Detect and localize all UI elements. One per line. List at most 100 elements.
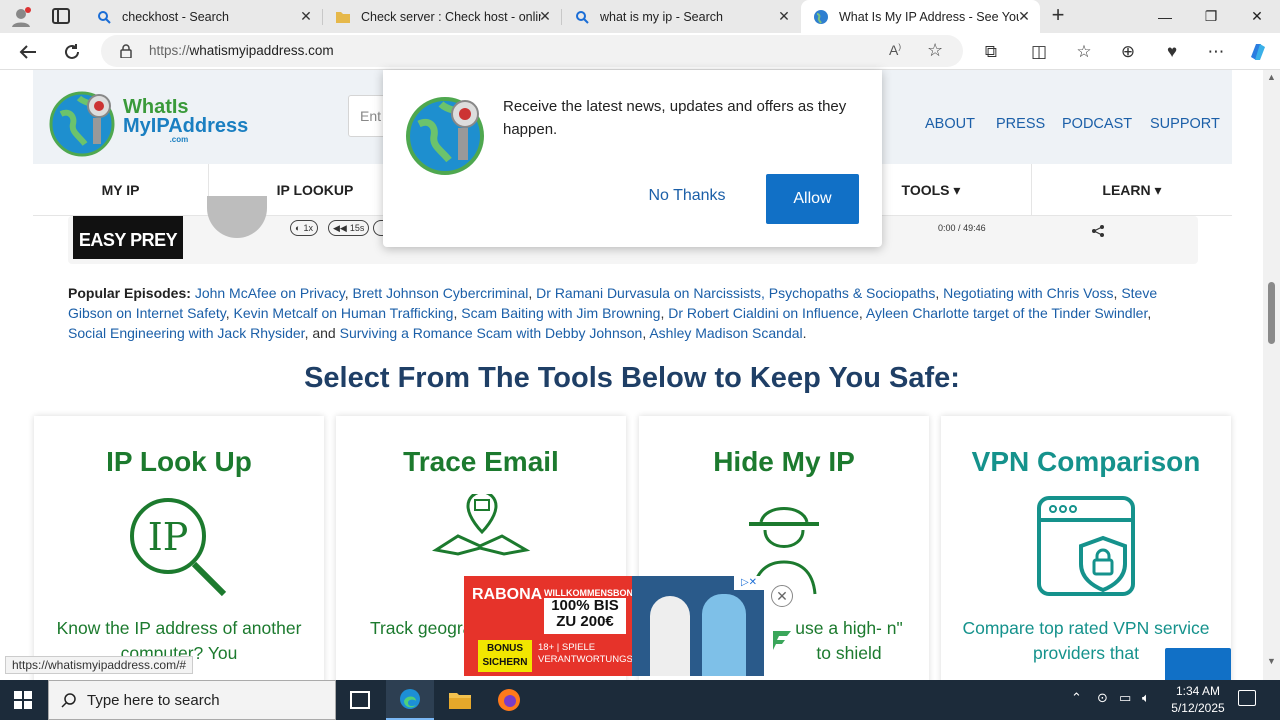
nav-support[interactable]: SUPPORT bbox=[1150, 116, 1220, 132]
close-icon[interactable]: ✕ bbox=[1016, 8, 1032, 24]
advertisement-banner[interactable]: RABONA WILLKOMMENSBONUS 100% BIS ZU 200€… bbox=[464, 576, 764, 676]
ad-close-icon[interactable]: ✕ bbox=[771, 585, 793, 607]
ad-choices-icon[interactable]: ▷✕ bbox=[734, 576, 764, 590]
ad-photo bbox=[632, 576, 764, 676]
play-disc[interactable] bbox=[207, 196, 267, 238]
browser-essentials-icon[interactable]: ♥ bbox=[1158, 38, 1186, 66]
card-text: use a high- n" to shield bbox=[795, 618, 903, 663]
rewind-icon: ◀◀ bbox=[333, 222, 347, 233]
speed-button[interactable]: ◐ 1x bbox=[290, 220, 318, 236]
menu-learn[interactable]: LEARN ▾ bbox=[1032, 164, 1232, 216]
ad-feedback-icon[interactable] bbox=[770, 628, 794, 652]
ad-legal2: VERANTWORTUNGS... bbox=[538, 654, 641, 665]
taskbar-search-input[interactable]: Type here to search bbox=[48, 680, 336, 720]
episode-link[interactable]: Ayleen Charlotte target of the Tinder Sw… bbox=[866, 305, 1147, 321]
taskbar-clock[interactable]: 1:34 AM 5/12/2025 bbox=[1160, 683, 1236, 717]
episode-link[interactable]: Kevin Metcalf on Human Trafficking bbox=[234, 305, 454, 321]
podcast-cover-art: EASY PREY bbox=[73, 216, 183, 259]
tool-card-vpn-comparison[interactable]: VPN Comparison Compare top rated VPN ser… bbox=[941, 416, 1231, 682]
edge-taskbar-icon[interactable] bbox=[386, 680, 434, 720]
episode-link[interactable]: Ashley Madison Scandal bbox=[649, 325, 802, 341]
nav-podcast[interactable]: PODCAST bbox=[1062, 116, 1132, 132]
episode-link[interactable]: John McAfee on Privacy bbox=[195, 285, 345, 301]
file-explorer-icon[interactable] bbox=[448, 690, 472, 710]
tab-label: What Is My IP Address - See Your bbox=[839, 9, 1019, 24]
windows-start-icon[interactable] bbox=[14, 691, 32, 709]
close-icon[interactable]: ✕ bbox=[298, 8, 314, 24]
clock-date: 5/12/2025 bbox=[1171, 701, 1225, 715]
tool-card-ip-lookup[interactable]: IP Look Up IP Know the IP address of ano… bbox=[34, 416, 324, 682]
episode-link[interactable]: Dr Robert Cialdini on Influence bbox=[668, 305, 859, 321]
tools-headline: Select From The Tools Below to Keep You … bbox=[304, 362, 960, 394]
close-icon[interactable]: ✕ bbox=[776, 8, 792, 24]
task-view-icon[interactable] bbox=[350, 691, 370, 709]
episode-link[interactable]: Social Engineering with Jack Rhysider bbox=[68, 325, 305, 341]
tab-label: checkhost - Search bbox=[122, 9, 229, 24]
firefox-icon[interactable] bbox=[497, 688, 521, 712]
share-icon[interactable] bbox=[1083, 216, 1113, 246]
url-prefix: https:// bbox=[149, 43, 190, 58]
episode-link[interactable]: Negotiating with Chris Voss bbox=[943, 285, 1113, 301]
tab-check-server[interactable]: Check server : Check host - onlin ✕ bbox=[323, 0, 561, 33]
popup-message: Receive the latest news, updates and off… bbox=[503, 98, 847, 138]
back-icon[interactable] bbox=[14, 38, 42, 66]
scroll-up-arrow[interactable]: ▲ bbox=[1267, 72, 1276, 82]
rewind-label: 15s bbox=[349, 223, 365, 233]
restore-icon[interactable]: ❐ bbox=[1188, 0, 1234, 33]
more-options-icon[interactable]: ⋯ bbox=[1202, 38, 1230, 66]
copilot-icon[interactable] bbox=[1244, 38, 1272, 66]
close-icon[interactable]: ✕ bbox=[537, 8, 553, 24]
tab-actions-icon[interactable] bbox=[52, 8, 70, 24]
profile-avatar-icon[interactable] bbox=[10, 6, 32, 28]
collections-icon[interactable]: ⊕ bbox=[1114, 38, 1142, 66]
time-separator: / bbox=[958, 223, 961, 233]
taskbar-search-placeholder: Type here to search bbox=[87, 691, 220, 709]
scroll-down-arrow[interactable]: ▼ bbox=[1267, 656, 1276, 666]
page-scrollbar[interactable]: ▲ ▼ bbox=[1263, 70, 1280, 682]
favorite-star-icon[interactable]: ☆ bbox=[927, 40, 943, 61]
menu-my-ip[interactable]: MY IP bbox=[33, 164, 208, 216]
tab-whatismyipaddress[interactable]: What Is My IP Address - See Your ✕ bbox=[801, 0, 1040, 33]
split-screen-icon[interactable]: ◫ bbox=[1025, 38, 1053, 66]
popular-episodes: Popular Episodes: John McAfee on Privacy… bbox=[68, 285, 1158, 341]
allow-button[interactable]: Allow bbox=[766, 174, 859, 224]
scrollbar-thumb[interactable] bbox=[1268, 282, 1275, 344]
rewind-button[interactable]: ◀◀ 15s bbox=[328, 220, 370, 236]
search-icon bbox=[96, 9, 112, 25]
browser-toolbar: https://whatismyipaddress.com A) ☆ ⧉ ◫ ☆… bbox=[0, 33, 1280, 70]
notifications-icon[interactable] bbox=[1238, 690, 1256, 706]
read-aloud-icon[interactable]: A) bbox=[889, 42, 901, 58]
ad-badge1: BONUS bbox=[486, 643, 524, 654]
time-total: 49:46 bbox=[963, 223, 986, 233]
folder-icon bbox=[335, 9, 351, 25]
card-title: Hide My IP bbox=[713, 446, 855, 477]
episode-link[interactable]: Dr Ramani Durvasula on Narcissists, Psyc… bbox=[536, 285, 935, 301]
status-bar-url: https://whatismyipaddress.com/# bbox=[5, 656, 194, 674]
episode-link[interactable]: Scam Baiting with Jim Browning bbox=[461, 305, 660, 321]
address-bar[interactable]: https://whatismyipaddress.com A) ☆ bbox=[101, 35, 963, 67]
volume-icon[interactable]: 🔈︎ bbox=[1142, 690, 1150, 706]
window-close-icon[interactable]: ✕ bbox=[1234, 0, 1280, 33]
notification-permission-popup: Receive the latest news, updates and off… bbox=[383, 70, 882, 247]
minimize-icon[interactable]: — bbox=[1142, 0, 1188, 33]
extensions-icon[interactable]: ⧉ bbox=[977, 38, 1005, 66]
page-corner-button[interactable] bbox=[1165, 648, 1231, 682]
logo-line2: MyIPAddress bbox=[123, 115, 249, 137]
lock-icon[interactable] bbox=[120, 44, 132, 59]
nav-about[interactable]: ABOUT bbox=[925, 116, 975, 132]
site-logo[interactable]: WhatIs MyIPAddress .com bbox=[49, 88, 259, 158]
tab-checkhost-search[interactable]: checkhost - Search ✕ bbox=[84, 0, 322, 33]
tray-app-icon[interactable]: ⊙ bbox=[1097, 690, 1108, 706]
network-icon[interactable]: ▭ bbox=[1119, 690, 1131, 706]
no-thanks-button[interactable]: No Thanks bbox=[631, 187, 743, 211]
nav-press[interactable]: PRESS bbox=[996, 116, 1045, 132]
episode-link[interactable]: Brett Johnson Cybercriminal bbox=[353, 285, 529, 301]
tab-what-is-my-ip-search[interactable]: what is my ip - Search ✕ bbox=[562, 0, 800, 33]
episode-link[interactable]: Surviving a Romance Scam with Debby John… bbox=[340, 325, 643, 341]
show-hidden-icons-icon[interactable]: ⌃ bbox=[1071, 690, 1082, 706]
new-tab-button[interactable]: + bbox=[1046, 4, 1070, 28]
ad-headline3: ZU 200€ bbox=[556, 613, 614, 630]
refresh-icon[interactable] bbox=[58, 38, 86, 66]
favorites-icon[interactable]: ☆ bbox=[1070, 38, 1098, 66]
speed-label: 1x bbox=[303, 223, 313, 233]
